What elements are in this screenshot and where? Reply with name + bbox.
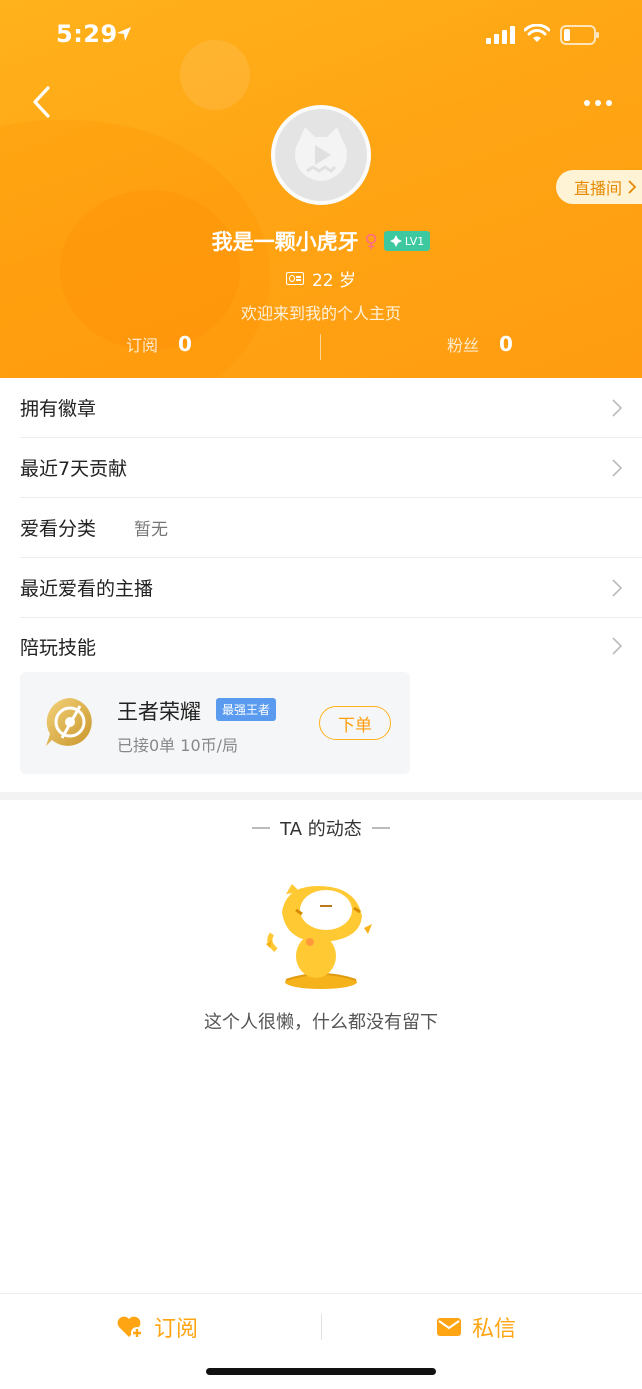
signature: 欢迎来到我的个人主页 [240,304,401,323]
profile-header: 5:29 直播间 我是一颗小虎牙 ♀ LV1 22 岁 欢迎来到我的个人主页 订… [0,0,642,378]
badges-row[interactable]: 拥有徽章 [20,378,642,438]
game-icon [46,698,92,746]
username: 我是一颗小虎牙 [211,230,359,254]
back-arrow-icon [33,86,50,118]
username-row: 我是一颗小虎牙 ♀ LV1 [0,226,642,256]
empty-state-text: 这个人很懒，什么都没有留下 [204,1012,438,1033]
stats-row: 订阅 0 粉丝 0 [0,332,642,362]
age-text: 22 岁 [311,271,357,291]
message-label: 私信 [472,1317,517,1342]
id-card-icon [285,272,304,285]
favorite-category-row: 爱看分类 暂无 [20,498,642,558]
wifi-icon [524,24,550,42]
game-name: 王者荣耀 [117,700,201,724]
tiger-mascot-icon [266,884,372,989]
row-label: 最近爱看的主播 [20,578,154,600]
row-label: 拥有徽章 [20,398,97,420]
stat-label: 粉丝 [447,336,480,355]
title-dash [371,827,390,829]
chevron-right-icon [612,458,622,477]
rank-badge: 最强王者 [216,698,277,721]
more-dots-icon [584,100,590,106]
status-bar: 5:29 [0,0,642,72]
age-row: 22 岁 [0,266,642,291]
back-button[interactable] [22,82,62,122]
location-arrow-icon [117,27,131,41]
default-avatar-icon [295,127,347,181]
feed-title-row: TA 的动态 [0,815,642,841]
title-dash [252,827,271,829]
stat-value: 0 [178,332,192,356]
subscribe-button[interactable]: 订阅 [116,1310,198,1344]
level-text: LV1 [404,234,425,248]
fans-stat[interactable]: 粉丝 0 [447,332,513,356]
game-stats: 已接0单 10币/局 [117,736,239,755]
chevron-right-icon [612,398,622,417]
home-indicator[interactable] [206,1368,436,1375]
recent-streamers-row[interactable]: 最近爱看的主播 [20,558,642,618]
avatar[interactable] [271,105,371,205]
skill-card[interactable]: 王者荣耀 最强王者 已接0单 10币/局 下单 [20,672,410,774]
bottom-divider [321,1314,322,1340]
section-divider [0,792,642,800]
row-value: 暂无 [134,520,169,540]
contribution-row[interactable]: 最近7天贡献 [20,438,642,498]
chevron-right-icon [612,637,622,655]
live-room-label: 直播间 [574,179,623,198]
feed-title: TA 的动态 [280,819,362,840]
subscribe-label: 订阅 [154,1317,199,1342]
stat-label: 订阅 [126,336,159,355]
row-label: 陪玩技能 [20,636,97,659]
subscriptions-stat[interactable]: 订阅 0 [126,332,192,356]
chevron-right-icon [612,578,622,597]
profile-info-list: 拥有徽章 最近7天贡献 爱看分类 暂无 最近爱看的主播 陪玩技能 [0,378,642,674]
heart-plus-icon [117,1316,143,1339]
stat-divider [320,334,321,360]
battery-icon [560,25,599,45]
level-badge: LV1 [383,231,431,251]
message-button[interactable]: 私信 [436,1310,516,1344]
row-label: 爱看分类 [20,518,97,540]
mail-icon [437,1318,461,1336]
status-time: 5:29 [56,20,118,48]
play-skills-row[interactable]: 陪玩技能 [20,618,642,674]
diamond-icon [389,235,402,247]
order-button[interactable]: 下单 [319,706,391,740]
row-label: 最近7天贡献 [20,458,128,480]
live-room-button[interactable]: 直播间 [556,170,642,204]
stat-value: 0 [499,332,513,356]
female-icon: ♀ [364,230,378,252]
signal-icon [486,26,515,44]
more-button[interactable] [578,88,618,118]
chevron-right-icon [628,180,637,194]
